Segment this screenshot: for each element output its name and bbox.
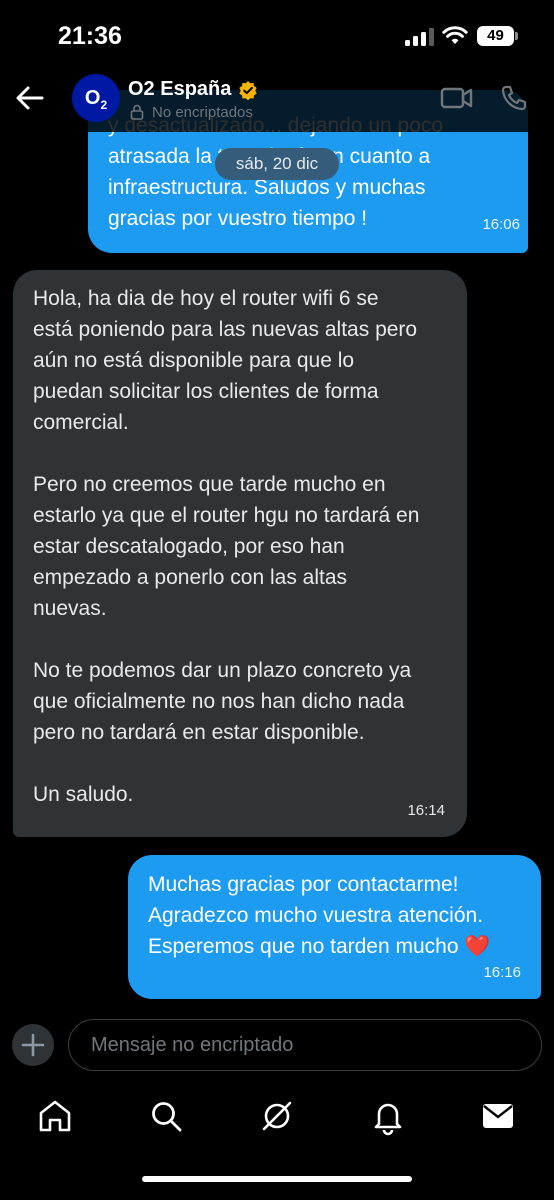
search-icon[interactable] xyxy=(144,1094,188,1138)
home-icon[interactable] xyxy=(33,1094,77,1138)
home-indicator xyxy=(142,1176,412,1182)
avatar-logo: O2 xyxy=(72,74,120,122)
message-incoming[interactable]: Hola, ha dia de hoy el router wifi 6 se … xyxy=(13,270,467,837)
message-input[interactable]: Mensaje no encriptado xyxy=(68,1019,542,1071)
wifi-icon xyxy=(442,26,468,44)
phone-call-icon[interactable] xyxy=(500,84,528,112)
status-time: 21:36 xyxy=(58,22,122,50)
video-call-icon[interactable] xyxy=(440,84,474,112)
chat-header: O2 O2 España No encriptados xyxy=(0,70,554,132)
battery-cap xyxy=(515,32,518,40)
message-time: 16:06 xyxy=(482,216,520,233)
message-time: 16:16 xyxy=(483,964,521,981)
notifications-icon[interactable] xyxy=(366,1094,410,1138)
plus-icon xyxy=(21,1033,45,1057)
bottom-tab-bar xyxy=(0,1080,554,1200)
message-text: Hola, ha dia de hoy el router wifi 6 se … xyxy=(33,287,420,806)
message-input-placeholder: Mensaje no encriptado xyxy=(91,1034,294,1056)
date-divider: sáb, 20 dic xyxy=(215,148,339,180)
message-outgoing[interactable]: Muchas gracias por contactarme! Agradezc… xyxy=(128,855,541,999)
heart-emoji: ❤️ xyxy=(464,935,491,958)
encryption-status: No encriptados xyxy=(152,104,253,121)
contact-name[interactable]: O2 España xyxy=(128,78,231,101)
avatar-letter: O xyxy=(84,87,101,109)
cellular-signal-icon xyxy=(405,28,435,46)
avatar-subscript: 2 xyxy=(100,98,108,112)
grok-icon[interactable] xyxy=(255,1094,299,1138)
message-time: 16:14 xyxy=(407,802,445,819)
avatar[interactable]: O2 xyxy=(72,74,120,122)
battery-indicator: 49 xyxy=(477,26,514,46)
back-arrow-icon[interactable] xyxy=(14,82,46,114)
status-bar: 21:36 49 xyxy=(0,0,554,70)
message-text-wrapper: Muchas gracias por contactarme! Agradezc… xyxy=(148,869,533,962)
verified-badge-icon xyxy=(239,81,257,100)
lock-icon xyxy=(130,104,144,120)
messages-icon[interactable] xyxy=(476,1094,520,1138)
add-attachment-button[interactable] xyxy=(12,1024,54,1066)
message-text: Muchas gracias por contactarme! Agradezc… xyxy=(148,873,484,958)
